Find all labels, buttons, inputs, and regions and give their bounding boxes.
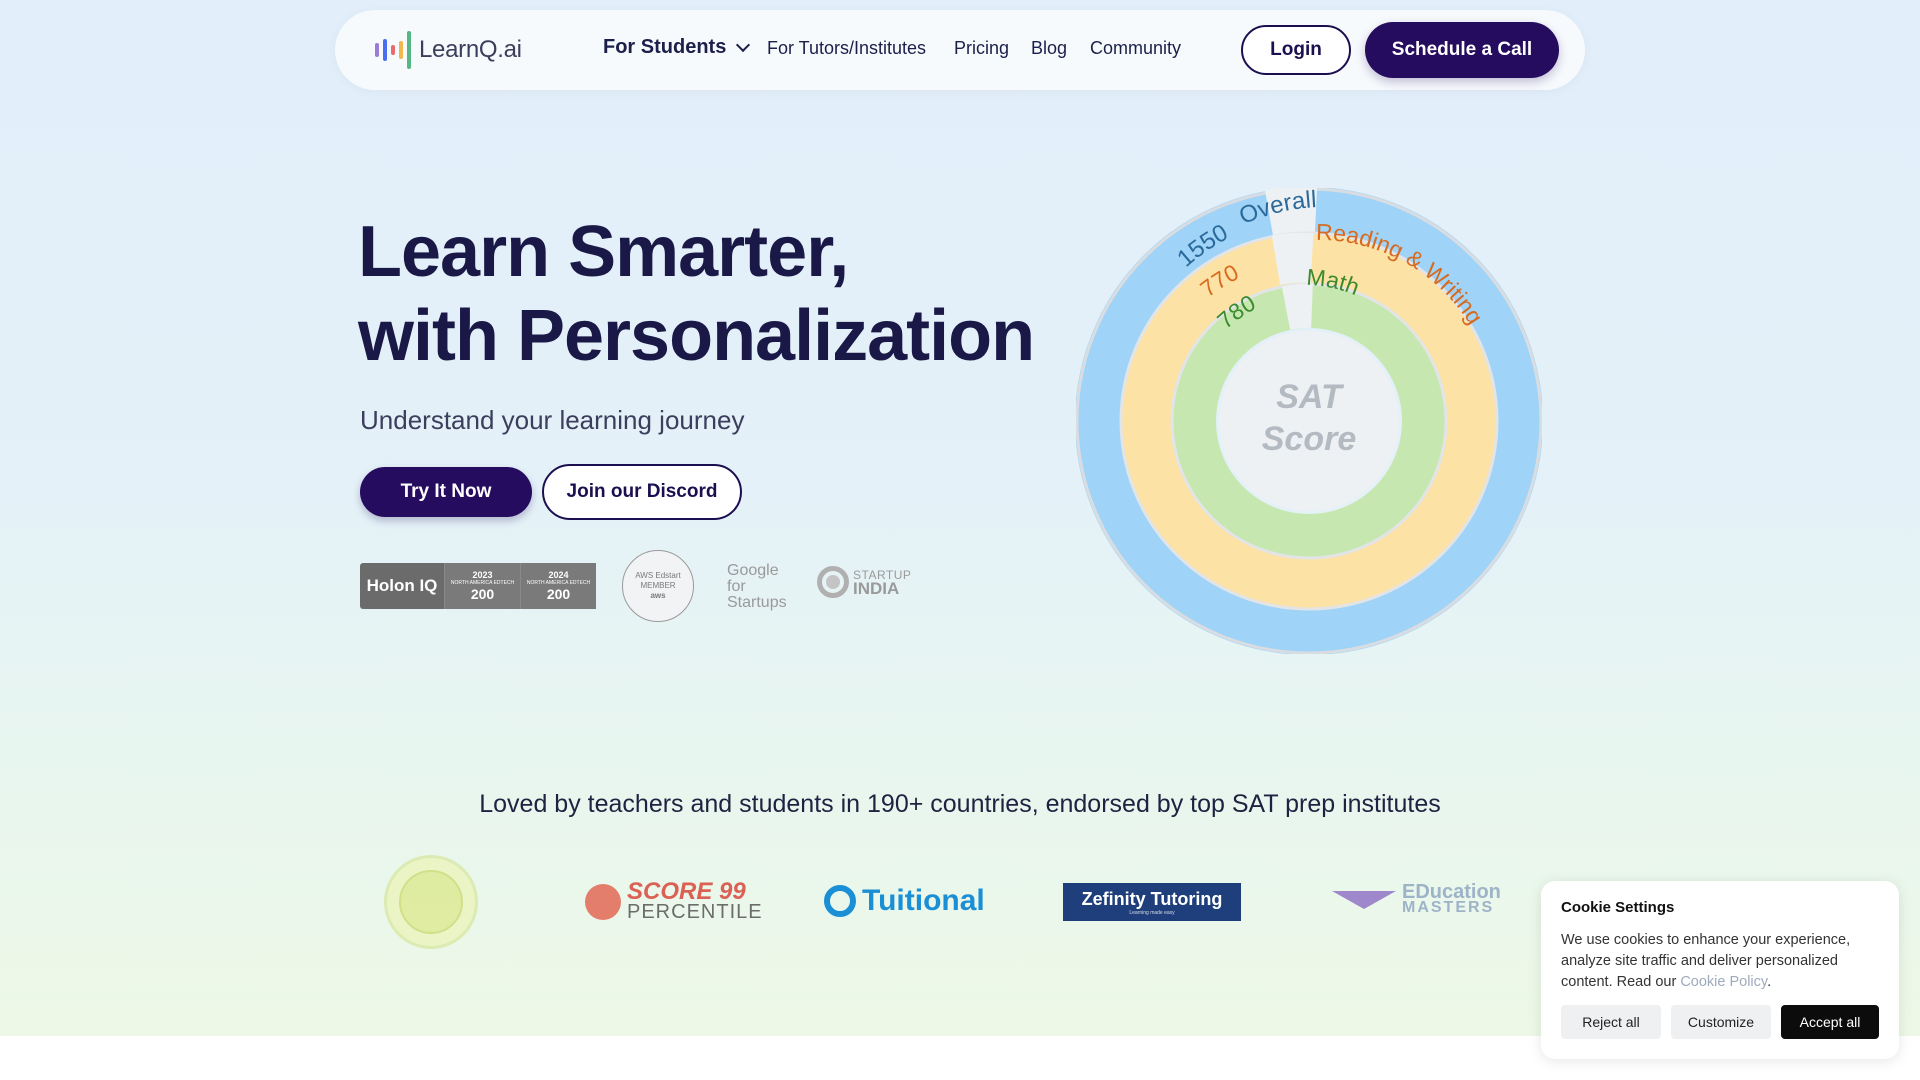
education-masters-logo: EDucation MASTERS (1332, 882, 1501, 916)
google-for-startups-badge: Google for Startups (727, 562, 787, 611)
startup-india-icon (817, 566, 849, 598)
hero-title-line-1: Learn Smarter, (358, 212, 849, 292)
nav-blog[interactable]: Blog (1031, 38, 1067, 59)
partner-seal-logo (384, 855, 478, 949)
nav-for-students-label: For Students (603, 36, 727, 58)
hero-title: Learn Smarter, with Personalization (358, 210, 1058, 378)
try-it-now-button[interactable]: Try It Now (360, 467, 532, 517)
holon-iq-name: Holon IQ (366, 576, 438, 595)
accept-all-button[interactable]: Accept all (1781, 1005, 1879, 1039)
nav-pricing[interactable]: Pricing (954, 38, 1009, 59)
top-navbar: LearnQ.ai For Students For Tutors/Instit… (335, 10, 1585, 90)
nav-for-tutors[interactable]: For Tutors/Institutes (767, 38, 926, 59)
cookie-title: Cookie Settings (1561, 899, 1675, 916)
cookie-policy-link[interactable]: Cookie Policy (1680, 974, 1767, 990)
chevron-down-icon (736, 37, 751, 52)
holon-iq-cell-2024: 2024 NORTH AMERICA EDTECH 200 (520, 563, 596, 609)
reject-all-button[interactable]: Reject all (1561, 1005, 1661, 1039)
cookie-settings-dialog: Cookie Settings We use cookies to enhanc… (1541, 881, 1899, 1059)
score99-icon (585, 884, 621, 920)
logo-text: LearnQ.ai (419, 36, 522, 63)
learnq-logo[interactable]: LearnQ.ai (375, 30, 522, 70)
hero-subtitle: Understand your learning journey (360, 405, 745, 435)
nav-community[interactable]: Community (1090, 38, 1181, 59)
schedule-call-button[interactable]: Schedule a Call (1365, 22, 1559, 78)
hero-title-line-2: with Personalization (358, 296, 1035, 376)
graduation-cap-icon (1332, 891, 1396, 909)
social-proof-headline: Loved by teachers and students in 190+ c… (479, 790, 1441, 818)
nav-for-students-dropdown[interactable]: For Students (603, 36, 751, 59)
donut-center-line-2: Score (1262, 420, 1357, 458)
donut-center-line-1: SAT (1276, 378, 1345, 416)
aws-edstart-badge: AWS Edstart MEMBER aws (622, 550, 694, 622)
cookie-body: We use cookies to enhance your experienc… (1561, 932, 1851, 990)
holon-iq-badge: Holon IQ 2023 NORTH AMERICA EDTECH 200 2… (360, 563, 596, 609)
score99-percentile-logo: SCORE 99 PERCENTILE (585, 880, 763, 922)
tuitional-logo: Tuitional (824, 884, 985, 918)
startup-india-badge: STARTUP INDIA (817, 566, 911, 598)
tuitional-ring-icon (824, 885, 856, 917)
join-discord-button[interactable]: Join our Discord (542, 464, 742, 520)
login-button[interactable]: Login (1241, 25, 1351, 75)
customize-button[interactable]: Customize (1671, 1005, 1771, 1039)
zefinity-tutoring-logo: Zefinity Tutoring Learning made easy (1063, 883, 1241, 921)
logo-bars-icon (375, 31, 411, 69)
holon-iq-cell-2023: 2023 NORTH AMERICA EDTECH 200 (444, 563, 520, 609)
sat-score-donut-chart: SAT Score Overall 1550 Reading & Writing… (1076, 188, 1542, 654)
